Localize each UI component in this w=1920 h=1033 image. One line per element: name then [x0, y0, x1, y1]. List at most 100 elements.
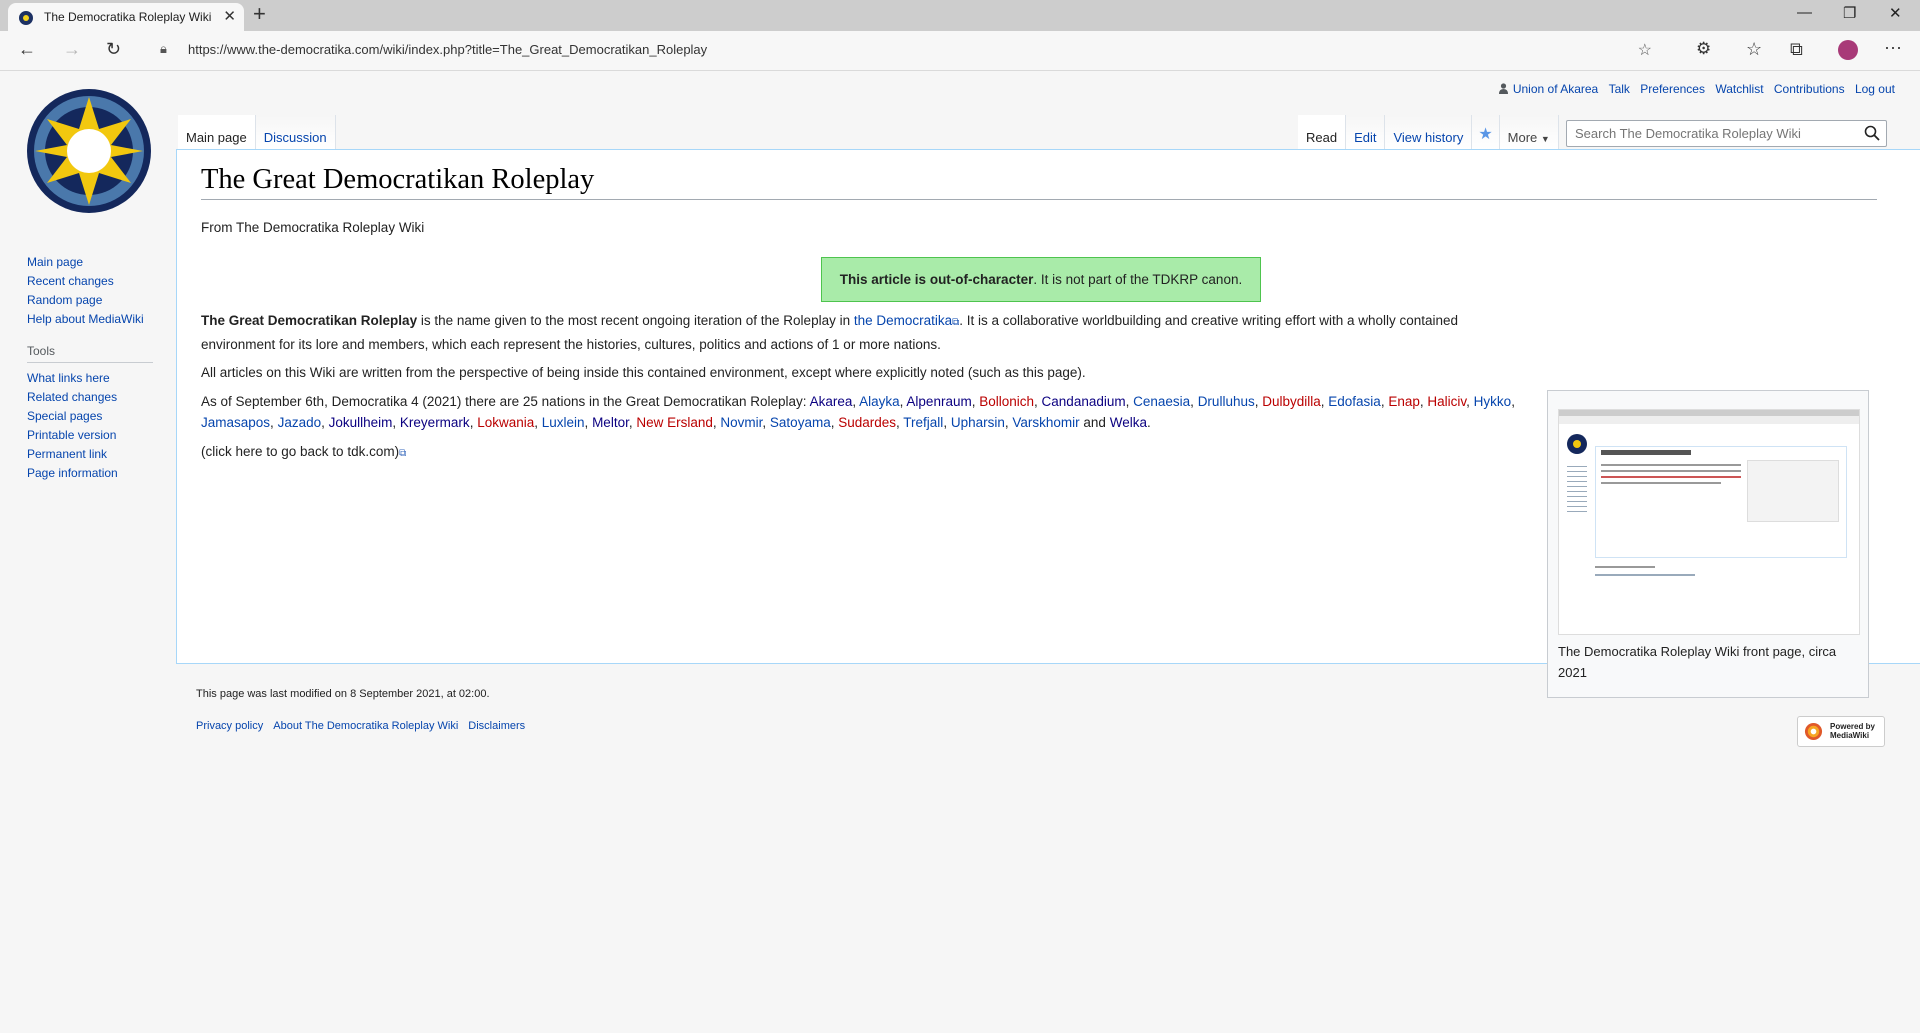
footer-link-about-the-democratika-roleplay-wiki[interactable]: About The Democratika Roleplay Wiki — [273, 720, 458, 732]
tools-heading: Tools — [27, 344, 153, 363]
watchlist-link[interactable]: Watchlist — [1715, 82, 1763, 96]
logout-link[interactable]: Log out — [1855, 82, 1895, 96]
tool-link-special-pages[interactable]: Special pages — [27, 409, 153, 423]
search-box[interactable] — [1566, 120, 1887, 147]
window-close-icon[interactable]: ✕ — [1889, 4, 1902, 22]
nation-link-novmir[interactable]: Novmir — [720, 415, 762, 430]
sidebar-tools: What links here Related changes Special pa… — [27, 371, 153, 480]
forward-icon[interactable]: → — [63, 39, 81, 60]
nation-link-bollonich[interactable]: Bollonich — [979, 394, 1034, 409]
article-body: The Great Democratikan Roleplay is the n… — [201, 310, 1529, 471]
settings-more-icon[interactable]: ··· — [1884, 37, 1902, 58]
reload-icon[interactable]: ↻ — [106, 39, 121, 60]
nation-link-cenaesia[interactable]: Cenaesia — [1133, 394, 1190, 409]
nation-link-jamasapos[interactable]: Jamasapos — [201, 415, 270, 430]
user-icon — [1498, 83, 1508, 94]
back-icon[interactable]: ← — [18, 39, 36, 60]
nation-link-drulluhus[interactable]: Drulluhus — [1198, 394, 1255, 409]
nation-link-meltor[interactable]: Meltor — [592, 415, 629, 430]
nation-link-hykko[interactable]: Hykko — [1474, 394, 1512, 409]
tool-link-printable-version[interactable]: Printable version — [27, 428, 153, 442]
sidebar-item-random-page[interactable]: Random page — [27, 293, 153, 307]
extensions-icon[interactable]: ⚙ — [1696, 39, 1711, 59]
minimize-icon[interactable]: — — [1797, 4, 1812, 21]
nation-link-dulbydilla[interactable]: Dulbydilla — [1262, 394, 1321, 409]
collections-icon[interactable]: ⧉ — [1790, 39, 1803, 60]
tab-discussion[interactable]: Discussion — [255, 115, 336, 149]
external-link-icon: ⧉ — [399, 447, 407, 459]
nation-link-varskhomir[interactable]: Varskhomir — [1012, 415, 1079, 430]
nation-link-jazado[interactable]: Jazado — [278, 415, 322, 430]
nation-link-akarea[interactable]: Akarea — [810, 394, 853, 409]
sidebar-item-recent-changes[interactable]: Recent changes — [27, 274, 153, 288]
restore-icon[interactable]: ❐ — [1843, 4, 1856, 22]
lock-icon[interactable]: 🔒︎ — [160, 41, 167, 57]
democratika-external-link[interactable]: the Democratika⧉ — [854, 313, 959, 328]
content-area: The Great Democratikan Roleplay From The… — [176, 149, 1920, 698]
view-history-link[interactable]: View history — [1393, 130, 1463, 145]
favorites-icon[interactable]: ☆ — [1746, 39, 1762, 60]
address-bar[interactable]: 🔒︎ https://www.the-democratika.com/wiki/… — [146, 35, 1664, 65]
nation-link-lokwania[interactable]: Lokwania — [477, 415, 534, 430]
nation-link-luxlein[interactable]: Luxlein — [542, 415, 585, 430]
discussion-link[interactable]: Discussion — [264, 130, 327, 145]
back-to-tdk-link[interactable]: (click here to go back to tdk.com)⧉ — [201, 444, 406, 459]
watch-star-icon[interactable]: ★ — [1472, 115, 1500, 149]
contributions-link[interactable]: Contributions — [1774, 82, 1845, 96]
nation-link-enap[interactable]: Enap — [1388, 394, 1420, 409]
mediawiki-flower-icon — [1804, 722, 1823, 741]
nation-link-trefjall[interactable]: Trefjall — [903, 415, 943, 430]
talk-link[interactable]: Talk — [1609, 82, 1630, 96]
edit-link[interactable]: Edit — [1354, 130, 1376, 145]
tool-link-page-information[interactable]: Page information — [27, 466, 153, 480]
nation-link-new-ersland[interactable]: New Ersland — [636, 415, 713, 430]
front-page-screenshot-image[interactable] — [1558, 409, 1860, 635]
footer-link-privacy-policy[interactable]: Privacy policy — [196, 720, 263, 732]
favorite-star-icon[interactable]: ☆ — [1638, 40, 1652, 60]
more-label: More — [1507, 130, 1538, 145]
paragraph-3: As of September 6th, Democratika 4 (2021… — [201, 391, 1529, 434]
close-tab-icon[interactable]: ✕ — [223, 7, 236, 25]
search-icon[interactable] — [1864, 125, 1880, 141]
tool-link-what-links-here[interactable]: What links here — [27, 371, 153, 385]
nation-link-candanadium[interactable]: Candanadium — [1042, 394, 1126, 409]
tool-link-related-changes[interactable]: Related changes — [27, 390, 153, 404]
user-link[interactable]: Union of Akarea — [1513, 82, 1598, 96]
nation-link-edofasia[interactable]: Edofasia — [1328, 394, 1381, 409]
nation-link-satoyama[interactable]: Satoyama — [770, 415, 831, 430]
sidebar-item-help-about-mediawiki[interactable]: Help about MediaWiki — [27, 312, 153, 326]
nation-link-jokullheim[interactable]: Jokullheim — [329, 415, 393, 430]
nation-link-welka[interactable]: Welka — [1110, 415, 1147, 430]
url-text[interactable]: https://www.the-democratika.com/wiki/ind… — [188, 42, 707, 57]
wiki-logo[interactable] — [27, 89, 151, 213]
browser-tab[interactable]: The Democratika Roleplay Wiki ✕ — [8, 3, 244, 31]
thumbnail: The Democratika Roleplay Wiki front page… — [1547, 390, 1869, 698]
new-tab-icon[interactable]: + — [253, 1, 266, 27]
thumbnail-caption: The Democratika Roleplay Wiki front page… — [1558, 644, 1837, 680]
tab-read[interactable]: Read — [1298, 115, 1347, 149]
search-input[interactable] — [1573, 125, 1857, 142]
nation-link-kreyermark[interactable]: Kreyermark — [400, 415, 470, 430]
footer-link-disclaimers[interactable]: Disclaimers — [468, 720, 525, 732]
preferences-link[interactable]: Preferences — [1640, 82, 1705, 96]
profile-avatar[interactable] — [1838, 40, 1858, 60]
powered-by-mediawiki-badge[interactable]: Powered by MediaWiki — [1797, 716, 1885, 747]
back-link-label: (click here to go back to tdk.com) — [201, 443, 400, 459]
tab-view-history[interactable]: View history — [1385, 115, 1473, 149]
tool-link-permanent-link[interactable]: Permanent link — [27, 447, 153, 461]
tab-main-page[interactable]: Main page — [178, 115, 256, 149]
nation-link-sudardes[interactable]: Sudardes — [838, 415, 896, 430]
tab-edit[interactable]: Edit — [1346, 115, 1386, 149]
tab-more[interactable]: More ▼ — [1499, 115, 1559, 149]
sidebar-item-main-page[interactable]: Main page — [27, 255, 153, 269]
ooc-notice-rest: . It is not part of the TDKRP canon. — [1033, 272, 1243, 287]
browser-tabstrip: The Democratika Roleplay Wiki ✕ + — ❐ ✕ — [0, 0, 1920, 31]
mediawiki-label: MediaWiki — [1830, 731, 1870, 740]
nation-link-alayka[interactable]: Alayka — [859, 394, 900, 409]
and-word: and — [1083, 415, 1106, 430]
paragraph-1-text-a: is the name given to the most recent ong… — [417, 313, 854, 328]
nation-link-alpenraum[interactable]: Alpenraum — [906, 394, 971, 409]
nation-link-upharsin[interactable]: Upharsin — [951, 415, 1005, 430]
nation-link-haliciv[interactable]: Haliciv — [1427, 394, 1466, 409]
sidebar: Main page Recent changes Random page Help a… — [27, 255, 153, 485]
